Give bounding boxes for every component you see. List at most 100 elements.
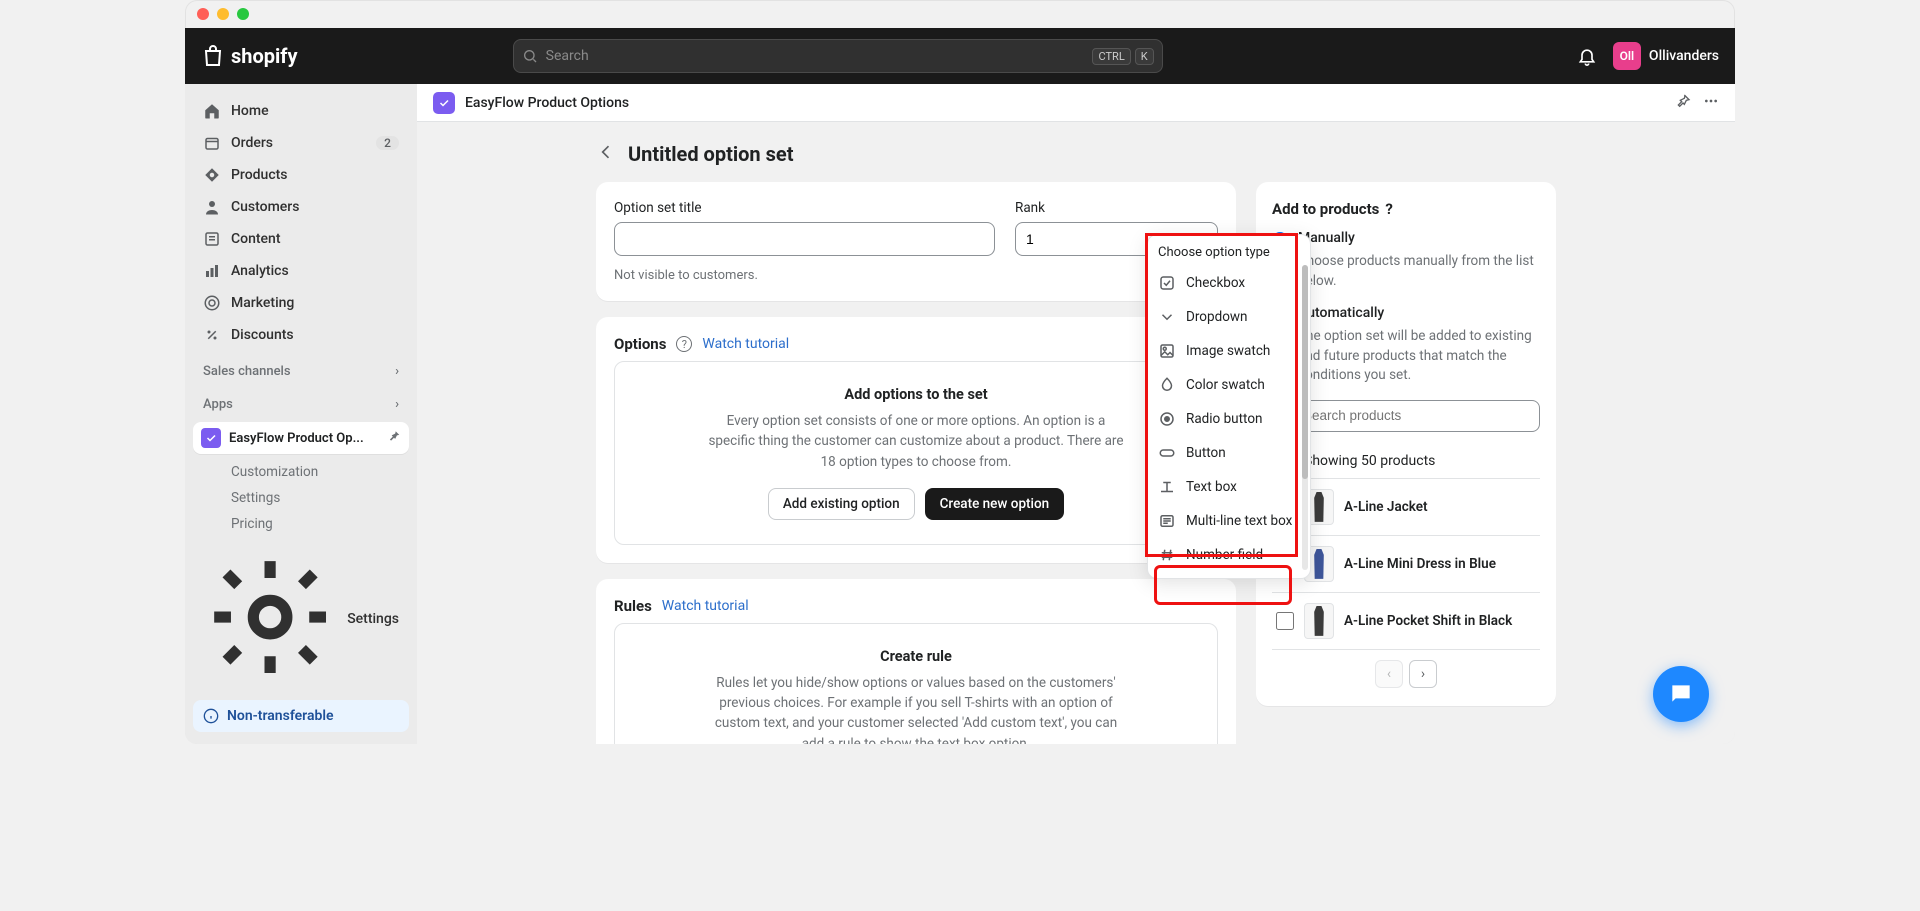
option-type-multi-line-text-box[interactable]: Multi-line text box	[1148, 504, 1310, 538]
app-subnav: Customization Settings Pricing	[193, 460, 409, 536]
macos-titlebar	[185, 0, 1735, 28]
products-icon	[203, 166, 221, 184]
nav-marketing-label: Marketing	[231, 295, 294, 311]
popover-scrollbar[interactable]	[1302, 265, 1308, 570]
option-set-help: Not visible to customers.	[614, 268, 995, 283]
radio-automatically[interactable]: Automatically	[1272, 305, 1540, 323]
showing-count: Showing 50 products	[1304, 453, 1435, 469]
shopify-bag-icon	[201, 44, 225, 68]
apps-heading: Apps ›	[193, 385, 409, 416]
watch-tutorial-link[interactable]: Watch tutorial	[662, 598, 749, 614]
pinned-app-easyflow[interactable]: EasyFlow Product Op...	[193, 422, 409, 454]
subnav-pricing[interactable]: Pricing	[221, 512, 409, 536]
pin-icon[interactable]	[387, 429, 401, 447]
product-name: A-Line Jacket	[1344, 499, 1428, 515]
product-row[interactable]: A-Line Jacket	[1272, 479, 1540, 536]
topbar: shopify Search CTRL K Oll Ollivanders	[185, 28, 1735, 84]
rules-card: Rules Watch tutorial Create rule Rules l…	[596, 579, 1236, 744]
button-icon	[1158, 444, 1176, 462]
pinned-app-label: EasyFlow Product Op...	[229, 431, 364, 446]
avatar: Oll	[1613, 42, 1641, 70]
info-icon[interactable]: ?	[1385, 200, 1392, 218]
shopify-logo[interactable]: shopify	[201, 44, 298, 68]
info-icon[interactable]: ?	[676, 336, 692, 352]
chat-fab[interactable]	[1653, 666, 1709, 722]
search-placeholder: Search	[546, 48, 589, 64]
product-row[interactable]: A-Line Pocket Shift in Black	[1272, 593, 1540, 650]
option-type-checkbox[interactable]: Checkbox	[1148, 266, 1310, 300]
prev-page-button[interactable]: ‹	[1375, 660, 1403, 688]
option-type-button[interactable]: Button	[1148, 436, 1310, 470]
rank-label: Rank	[1015, 200, 1218, 216]
nav-analytics-label: Analytics	[231, 263, 289, 279]
panel-title: Add options to the set	[639, 386, 1193, 403]
nav-settings-label: Settings	[347, 611, 399, 627]
nav-orders[interactable]: Orders 2	[193, 128, 409, 158]
options-heading: Options	[614, 335, 666, 353]
main-pane: EasyFlow Product Options Untitled option…	[417, 84, 1735, 744]
chevron-right-icon[interactable]: ›	[395, 397, 399, 412]
nav-customers-label: Customers	[231, 199, 299, 215]
radio-manually[interactable]: Manually	[1272, 230, 1540, 248]
select-all-row[interactable]: Showing 50 products	[1272, 444, 1540, 479]
app-header: EasyFlow Product Options	[417, 84, 1735, 122]
watch-tutorial-link[interactable]: Watch tutorial	[702, 336, 789, 352]
option-type-label: Button	[1186, 445, 1226, 461]
search-products-input[interactable]	[1272, 400, 1540, 432]
notifications-icon[interactable]	[1577, 46, 1597, 66]
subnav-settings[interactable]: Settings	[221, 486, 409, 510]
product-row[interactable]: A-Line Mini Dress in Blue	[1272, 536, 1540, 593]
panel-desc: Rules let you hide/show options or value…	[706, 673, 1126, 744]
add-products-heading: Add to products	[1272, 200, 1379, 218]
nav-customers[interactable]: Customers	[193, 192, 409, 222]
back-arrow-icon[interactable]	[596, 142, 616, 166]
option-type-radio-button[interactable]: Radio button	[1148, 402, 1310, 436]
option-set-title-input[interactable]	[614, 222, 995, 256]
nav-settings[interactable]: Settings	[193, 544, 409, 694]
option-type-label: Image swatch	[1186, 343, 1270, 359]
more-icon[interactable]	[1703, 93, 1719, 113]
nav-products[interactable]: Products	[193, 160, 409, 190]
nav-discounts[interactable]: Discounts	[193, 320, 409, 350]
color-swatch-icon	[1158, 376, 1176, 394]
product-thumbnail	[1304, 603, 1334, 639]
text-box-icon	[1158, 478, 1176, 496]
macos-zoom[interactable]	[237, 8, 249, 20]
chat-icon	[1668, 681, 1694, 707]
option-type-label: Checkbox	[1186, 275, 1245, 291]
add-existing-option-button[interactable]: Add existing option	[768, 488, 915, 520]
image-swatch-icon	[1158, 342, 1176, 360]
next-page-button[interactable]: ›	[1409, 660, 1437, 688]
option-type-number-field[interactable]: Number field	[1148, 538, 1310, 572]
nav-home[interactable]: Home	[193, 96, 409, 126]
option-type-text-box[interactable]: Text box	[1148, 470, 1310, 504]
pagination: ‹ ›	[1272, 660, 1540, 688]
popover-title: Choose option type	[1148, 241, 1310, 266]
macos-minimize[interactable]	[217, 8, 229, 20]
macos-close[interactable]	[197, 8, 209, 20]
nav-analytics[interactable]: Analytics	[193, 256, 409, 286]
non-transferable-badge[interactable]: Non-transferable	[193, 700, 409, 732]
create-new-option-button[interactable]: Create new option	[925, 488, 1065, 520]
rules-empty-panel: Create rule Rules let you hide/show opti…	[614, 623, 1218, 744]
radio-button-icon	[1158, 410, 1176, 428]
nav-home-label: Home	[231, 103, 269, 119]
user-menu[interactable]: Oll Ollivanders	[1613, 42, 1719, 70]
discounts-icon	[203, 326, 221, 344]
option-type-image-swatch[interactable]: Image swatch	[1148, 334, 1310, 368]
option-type-dropdown[interactable]: Dropdown	[1148, 300, 1310, 334]
option-type-color-swatch[interactable]: Color swatch	[1148, 368, 1310, 402]
content-icon	[203, 230, 221, 248]
subnav-customization[interactable]: Customization	[221, 460, 409, 484]
nav-marketing[interactable]: Marketing	[193, 288, 409, 318]
chevron-right-icon[interactable]: ›	[395, 364, 399, 379]
pin-icon[interactable]	[1675, 93, 1691, 113]
panel-desc: Every option set consists of one or more…	[706, 411, 1126, 472]
orders-badge: 2	[376, 136, 399, 150]
global-search[interactable]: Search CTRL K	[513, 39, 1163, 73]
marketing-icon	[203, 294, 221, 312]
manual-desc: Choose products manually from the list b…	[1298, 252, 1540, 291]
product-checkbox[interactable]	[1276, 612, 1294, 630]
checkbox-icon	[1158, 274, 1176, 292]
nav-content[interactable]: Content	[193, 224, 409, 254]
